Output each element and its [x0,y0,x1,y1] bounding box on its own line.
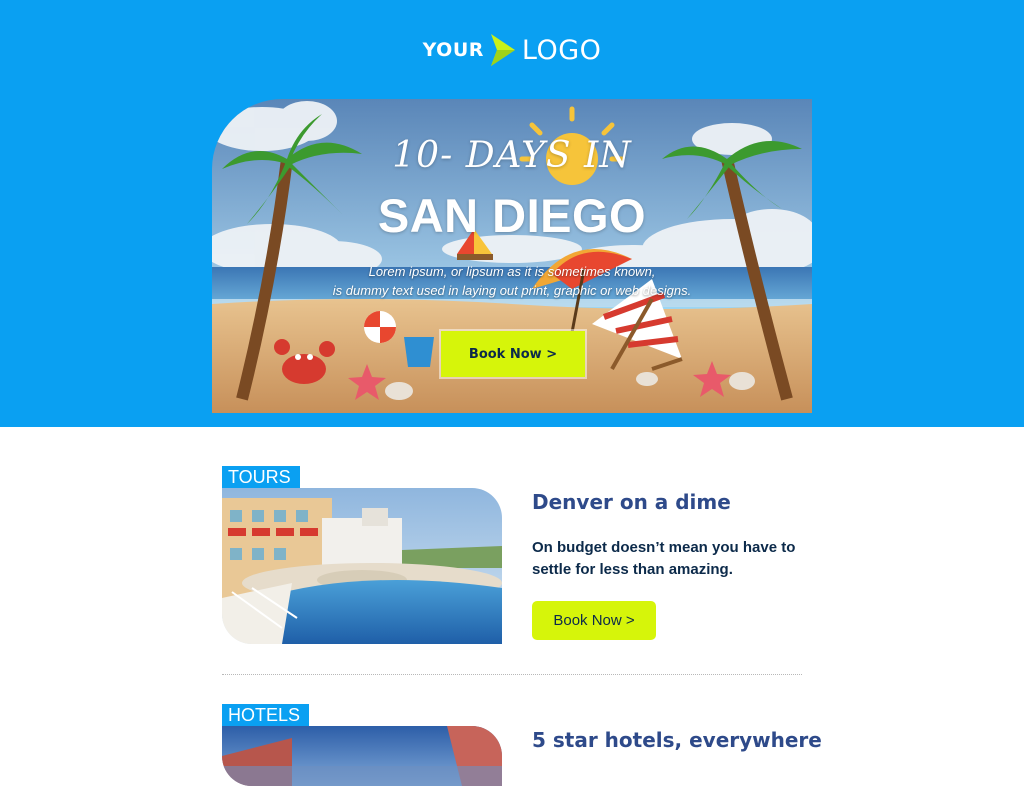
hero-title-days: 10- DAYS IN [392,135,632,176]
tours-tag: TOURS [222,466,300,488]
hotels-card-title[interactable]: 5 star hotels, everywhere [532,728,822,752]
tours-card-title[interactable]: Denver on a dime [532,490,731,514]
hero-description: Lorem ipsum, or lipsum as it is sometime… [212,262,812,300]
hero-description-line1: Lorem ipsum, or lipsum as it is sometime… [368,264,656,279]
hotel-illustration [222,726,502,786]
chevron-arrow-icon [490,34,515,66]
brand-logo[interactable]: YOUR LOGO [0,33,1024,67]
hotels-tag: HOTELS [222,704,310,726]
logo-your-text: YOUR [422,39,484,61]
resort-pool-illustration [222,488,502,644]
hero-book-now-button[interactable]: Book Now > [441,331,585,377]
hotel-image[interactable] [222,726,502,786]
hero-title-destination: SAN DIEGO [377,189,647,242]
logo-word-text: LOGO [521,34,602,66]
hero-description-line2: is dummy text used in laying out print, … [332,283,692,298]
section-divider [222,674,802,675]
hero-banner: 10- DAYS IN SAN DIEGO Lorem ipsum, or li… [212,99,812,413]
resort-pool-image[interactable] [222,488,502,644]
hotels-card: HOTELS 5 star hotels, everywhere [222,704,822,786]
tours-card-description: On budget doesn’t mean you have to settl… [532,539,796,578]
tours-book-now-button[interactable]: Book Now > [532,601,656,640]
tours-card: TOURS Denver on a dime On budget doesn’t… [222,466,802,646]
